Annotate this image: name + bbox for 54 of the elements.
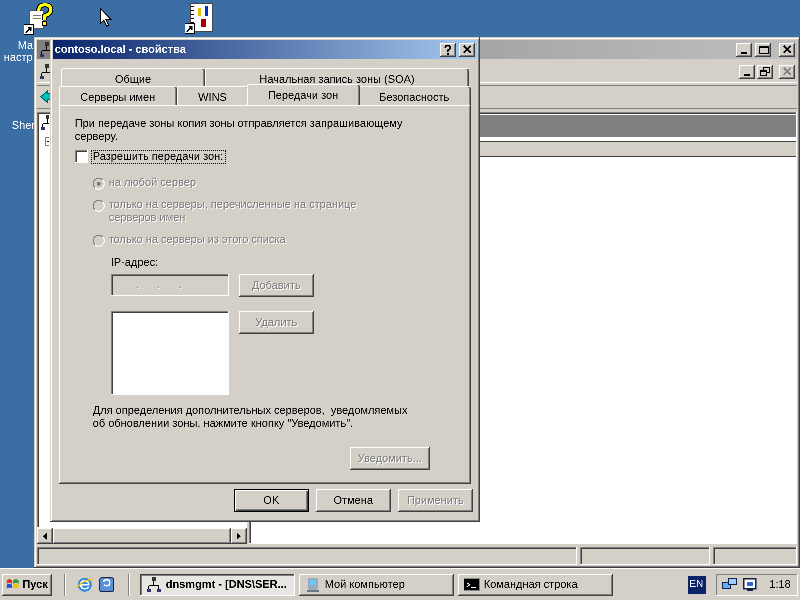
radio-dot-icon (97, 182, 101, 186)
description-text: При передаче зоны копия зоны отправляется запрашивающему серверу. (75, 118, 404, 144)
desktop-shortcut-icon[interactable] (98, 576, 116, 594)
restore-button[interactable] (757, 64, 773, 78)
right-arrow-icon (237, 532, 241, 540)
start-button[interactable]: Пуск (2, 574, 52, 596)
clock[interactable]: 1:18 (770, 578, 791, 590)
scrollbar-thumb[interactable] (53, 528, 231, 544)
ip-address-label: IP-адрес: (111, 257, 160, 269)
tab[interactable]: Общие (61, 68, 206, 87)
computer-icon (305, 576, 321, 592)
tab[interactable]: WINS (176, 86, 249, 105)
close-icon (782, 67, 792, 76)
taskbar-button[interactable]: Командная строка (458, 574, 613, 596)
back-arrow-icon[interactable] (40, 89, 50, 105)
tab[interactable]: Безопасность (358, 86, 472, 105)
notify-description: Для определения дополнительных серверов, уведомляемых об обновлении зоны, нажмите кнопку "Уведомить". (93, 405, 409, 431)
desktop-icon-label: Ма (18, 40, 34, 52)
network-icon[interactable] (722, 576, 738, 592)
monitor-icon[interactable] (742, 576, 758, 592)
flag-icon (6, 578, 21, 592)
help-icon (443, 44, 453, 54)
desktop-icon-label: Sher (12, 120, 36, 132)
restore-icon (760, 67, 770, 76)
close-icon (782, 45, 792, 54)
help-button[interactable] (440, 42, 456, 56)
console-icon (464, 576, 480, 592)
mouse-pointer-icon (100, 8, 112, 27)
left-arrow-icon (43, 532, 47, 540)
minimize-icon (741, 52, 747, 54)
tab[interactable]: Начальная запись зоны (SOA) (205, 68, 469, 87)
server-list[interactable] (111, 311, 229, 395)
desktop-icon-label: настр (4, 52, 33, 64)
checkbox[interactable] (75, 150, 88, 163)
close-icon (462, 45, 472, 54)
close-button[interactable] (459, 42, 475, 56)
tab[interactable]: Серверы имен (59, 86, 177, 105)
dialog-button[interactable]: Отмена (316, 489, 391, 512)
dns-node-icon[interactable] (40, 115, 49, 131)
scroll-left-button[interactable] (37, 528, 53, 544)
scroll-right-button[interactable] (231, 528, 247, 544)
network-tree-icon (146, 576, 162, 592)
minimize-button[interactable] (739, 64, 755, 78)
taskbar-button[interactable]: dnsmgmt - [DNS\SER... (140, 574, 295, 596)
tab[interactable]: Передачи зон (246, 84, 360, 105)
maximize-icon (758, 45, 768, 54)
taskbar-button[interactable]: Мой компьютер (299, 574, 454, 596)
minimize-icon (744, 74, 750, 76)
help-document-icon[interactable] (24, 3, 56, 35)
checkbox-label[interactable]: Разрешить передачи зон: (92, 150, 225, 162)
dialog-button[interactable]: OK (234, 489, 309, 512)
collapse-icon[interactable] (45, 137, 49, 146)
language-indicator[interactable]: EN (688, 576, 706, 594)
window-title: contoso.local - свойства (55, 44, 188, 56)
